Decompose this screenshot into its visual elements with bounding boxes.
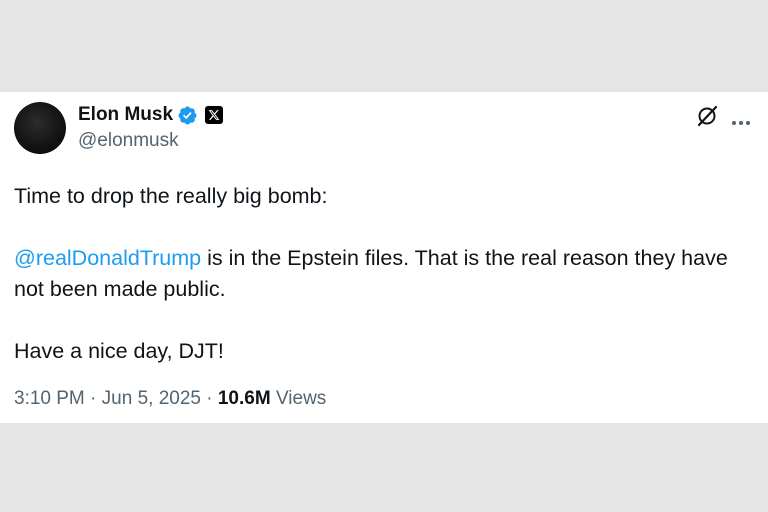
meta-separator-2: ·	[200, 388, 218, 409]
author-display-name[interactable]: Elon Musk	[78, 104, 173, 126]
meta-separator: ·	[84, 388, 102, 409]
more-icon[interactable]	[731, 113, 751, 125]
tweet-line-3: Have a nice day, DJT!	[14, 339, 224, 363]
tweet-time: 3:10 PM	[14, 388, 85, 409]
tweet-card: Elon Musk @elonmusk Time to drop the rea…	[0, 92, 768, 423]
tweet-date: Jun 5, 2025	[101, 388, 201, 409]
author-name-row: Elon Musk	[78, 103, 224, 127]
tweet-line-2: @realDonaldTrump is in the Epstein files…	[14, 243, 754, 305]
views-count[interactable]: 10.6M	[218, 388, 271, 409]
mention-link[interactable]: @realDonaldTrump	[14, 246, 201, 270]
tweet-text: Time to drop the really big bomb: @realD…	[14, 181, 754, 367]
tweet-line-1: Time to drop the really big bomb:	[14, 184, 328, 208]
tweet-meta: 3:10 PM · Jun 5, 2025 · 10.6M Views	[14, 388, 326, 410]
avatar[interactable]	[14, 102, 66, 154]
verified-badge-icon	[177, 105, 198, 126]
grok-icon[interactable]	[696, 105, 718, 127]
x-logo-icon[interactable]	[205, 106, 224, 124]
tweet-time-link[interactable]: 3:10 PM · Jun 5, 2025	[14, 388, 201, 409]
author-handle[interactable]: @elonmusk	[78, 130, 179, 152]
views-label: Views	[270, 388, 327, 409]
